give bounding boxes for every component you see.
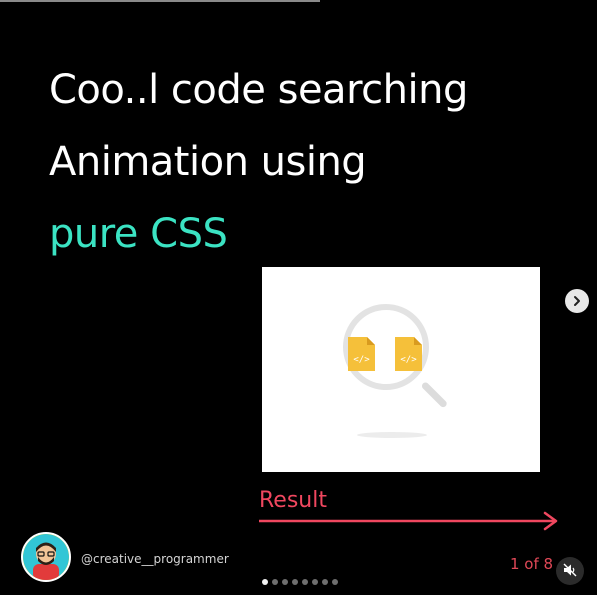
carousel-dot[interactable]: [322, 579, 328, 585]
carousel-dots: [262, 579, 338, 585]
headline-line-2: Animation using: [49, 139, 367, 185]
next-slide-button[interactable]: [565, 289, 589, 313]
mute-button[interactable]: [556, 557, 584, 585]
chevron-right-icon: [571, 292, 583, 311]
slide-counter: 1 of 8: [510, 555, 554, 573]
headline-line-1: Coo..l code searching: [49, 67, 468, 113]
carousel-dot[interactable]: [272, 579, 278, 585]
avatar[interactable]: [21, 532, 71, 582]
animation-preview: </> </>: [262, 267, 540, 472]
story-progress-bar: [0, 0, 320, 2]
speaker-muted-icon: [563, 562, 577, 581]
result-arrow-icon: [259, 511, 561, 531]
result-label: Result: [259, 488, 327, 513]
carousel-dot[interactable]: [312, 579, 318, 585]
magnifier-shadow: [357, 432, 427, 438]
account-username[interactable]: @creative__programmer: [81, 552, 229, 566]
carousel-dot[interactable]: [302, 579, 308, 585]
svg-text:</>: </>: [353, 355, 370, 365]
headline-line-3: pure CSS: [49, 211, 228, 257]
carousel-dot[interactable]: [332, 579, 338, 585]
carousel-dot[interactable]: [262, 579, 268, 585]
svg-text:</>: </>: [400, 355, 417, 365]
code-file-icon: </>: [395, 337, 422, 371]
carousel-dot[interactable]: [292, 579, 298, 585]
code-file-icon: </>: [348, 337, 375, 371]
carousel-dot[interactable]: [282, 579, 288, 585]
post-headline: Coo..l code searching Animation using pu…: [49, 54, 569, 270]
magnifier-handle: [420, 381, 449, 409]
